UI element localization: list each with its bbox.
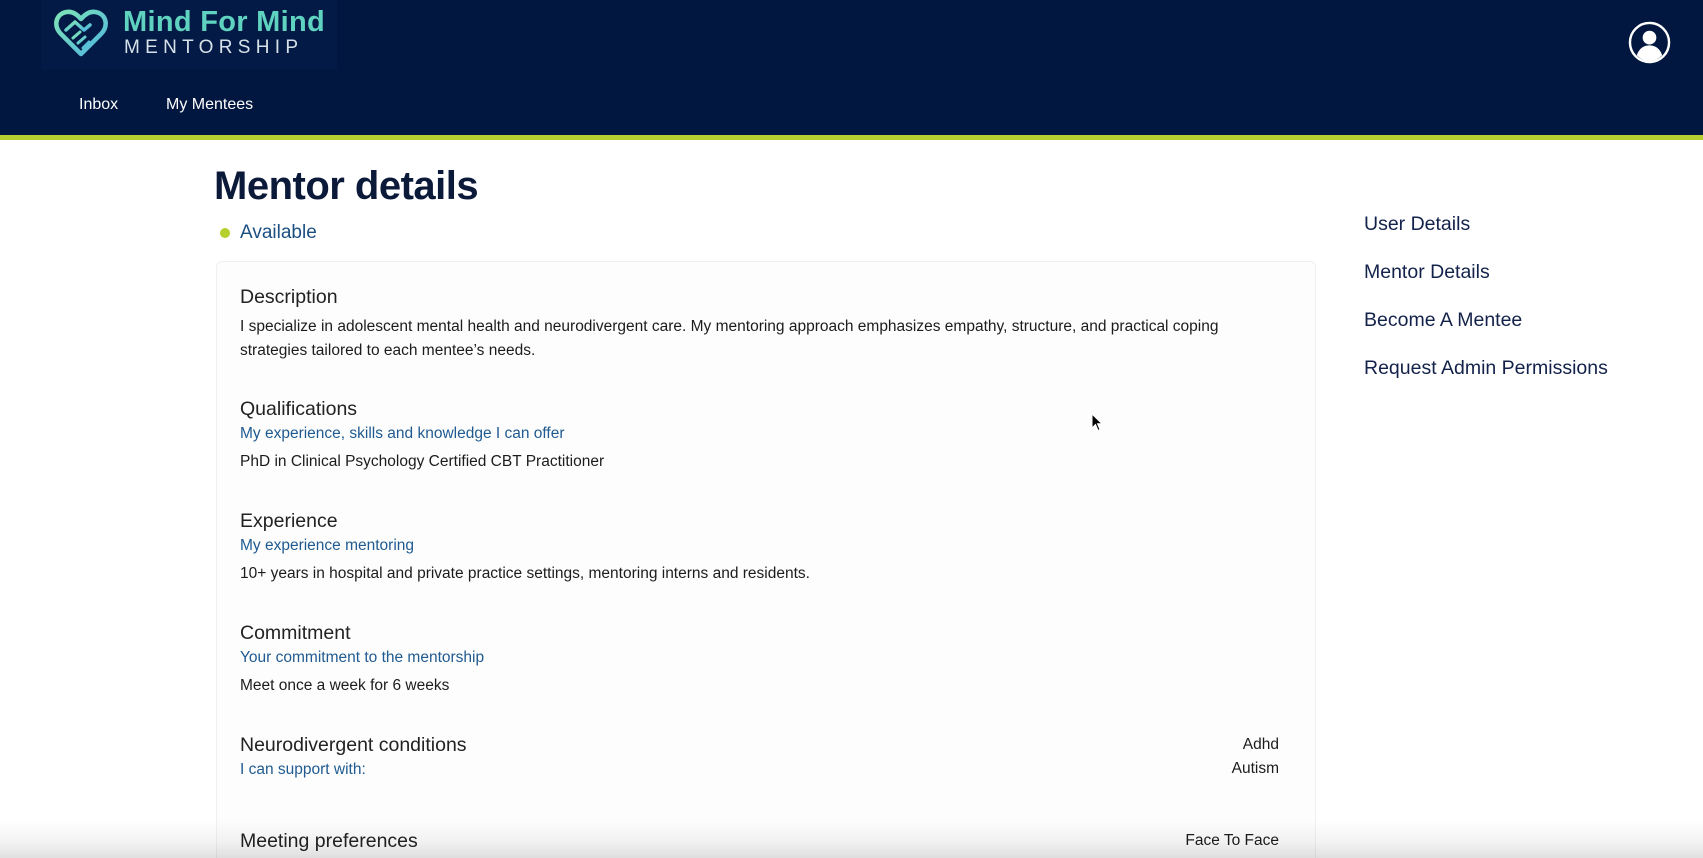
user-circle-icon[interactable] [1628, 21, 1671, 64]
status-label: Available [240, 222, 317, 243]
qualifications-section: Qualifications My experience, skills and… [240, 398, 604, 474]
description-heading: Description [240, 286, 338, 308]
qualifications-heading: Qualifications [240, 398, 358, 420]
experience-text: 10+ years in hospital and private practi… [240, 565, 810, 582]
description-section: Description I specialize in adolescent m… [240, 286, 1285, 363]
sidebar-item-mentor-details[interactable]: Mentor Details [1364, 261, 1490, 284]
sidebar-item-become-mentee[interactable]: Become A Mentee [1364, 309, 1522, 332]
logo-subtitle: MENTORSHIP [124, 37, 304, 58]
sidebar-item-user-details[interactable]: User Details [1364, 213, 1470, 236]
qualifications-subtitle: My experience, skills and knowledge I ca… [240, 425, 565, 442]
neurodivergent-values: Adhd Autism [1232, 733, 1279, 781]
neurodivergent-subtitle: I can support with: [240, 761, 366, 778]
mouse-pointer-icon [1091, 413, 1103, 432]
meeting-item: Face To Face [1185, 832, 1279, 849]
nav-my-mentees[interactable]: My Mentees [166, 96, 253, 114]
experience-subtitle: My experience mentoring [240, 537, 415, 554]
sidebar-item-request-admin[interactable]: Request Admin Permissions [1364, 357, 1608, 380]
top-header: Mind For Mind MENTORSHIP Inbox My Mentee… [0, 0, 1703, 135]
nav-inbox[interactable]: Inbox [79, 96, 118, 114]
status-dot-icon [220, 228, 230, 238]
commitment-heading: Commitment [240, 622, 351, 644]
neurodivergent-heading: Neurodivergent conditions [240, 734, 467, 756]
logo-title: Mind For Mind [123, 6, 326, 38]
meeting-section: Meeting preferences [240, 830, 418, 853]
commitment-text: Meet once a week for 6 weeks [240, 677, 450, 694]
commitment-section: Commitment Your commitment to the mentor… [240, 622, 484, 698]
header-accent-bar [0, 135, 1703, 140]
commitment-subtitle: Your commitment to the mentorship [240, 649, 485, 666]
qualifications-text: PhD in Clinical Psychology Certified CBT… [240, 453, 605, 470]
page-title: Mentor details [214, 164, 479, 208]
experience-heading: Experience [240, 510, 338, 532]
availability-status: Available [220, 221, 317, 245]
meeting-values: Face To Face [1185, 829, 1279, 853]
condition-item: Adhd [1242, 736, 1279, 753]
description-text: I specialize in adolescent mental health… [240, 318, 1219, 359]
meeting-heading: Meeting preferences [240, 830, 418, 852]
neurodivergent-section: Neurodivergent conditions I can support … [240, 734, 467, 779]
experience-section: Experience My experience mentoring 10+ y… [240, 510, 810, 586]
condition-item: Autism [1231, 760, 1279, 777]
heart-handshake-icon [54, 9, 108, 57]
brand-logo[interactable]: Mind For Mind MENTORSHIP [41, 0, 337, 70]
